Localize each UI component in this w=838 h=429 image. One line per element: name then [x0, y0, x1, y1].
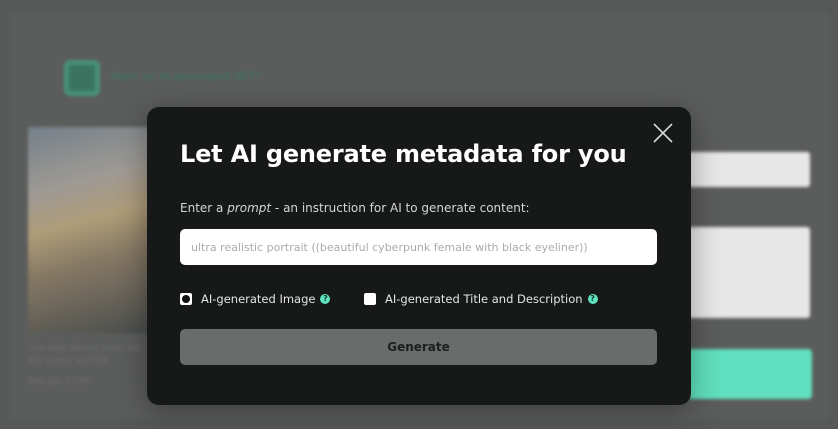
help-icon[interactable]: ?	[587, 294, 598, 304]
generate-button[interactable]: Generate	[180, 329, 657, 365]
instruction-text-end: - an instruction for AI to generate cont…	[271, 201, 530, 215]
option-ai-title-description[interactable]: AI-generated Title and Description ?	[364, 291, 598, 307]
ai-title-description-checkbox[interactable]	[364, 293, 376, 305]
close-icon	[653, 123, 673, 143]
ai-title-description-label: AI-generated Title and Description	[385, 292, 583, 306]
ai-metadata-dialog: Let AI generate metadata for you Enter a…	[147, 107, 691, 405]
ai-image-checkbox[interactable]	[180, 293, 192, 305]
help-icon[interactable]: ?	[320, 294, 331, 304]
ai-image-label: AI-generated Image	[201, 292, 316, 306]
prompt-input[interactable]	[180, 229, 657, 265]
close-button[interactable]	[651, 121, 675, 145]
instruction-emphasis: prompt	[227, 201, 272, 215]
option-ai-image[interactable]: AI-generated Image ?	[180, 291, 331, 307]
dialog-title: Let AI generate metadata for you	[180, 140, 627, 168]
prompt-instruction: Enter a prompt - an instruction for AI t…	[180, 201, 530, 215]
instruction-text-start: Enter a	[180, 201, 228, 215]
